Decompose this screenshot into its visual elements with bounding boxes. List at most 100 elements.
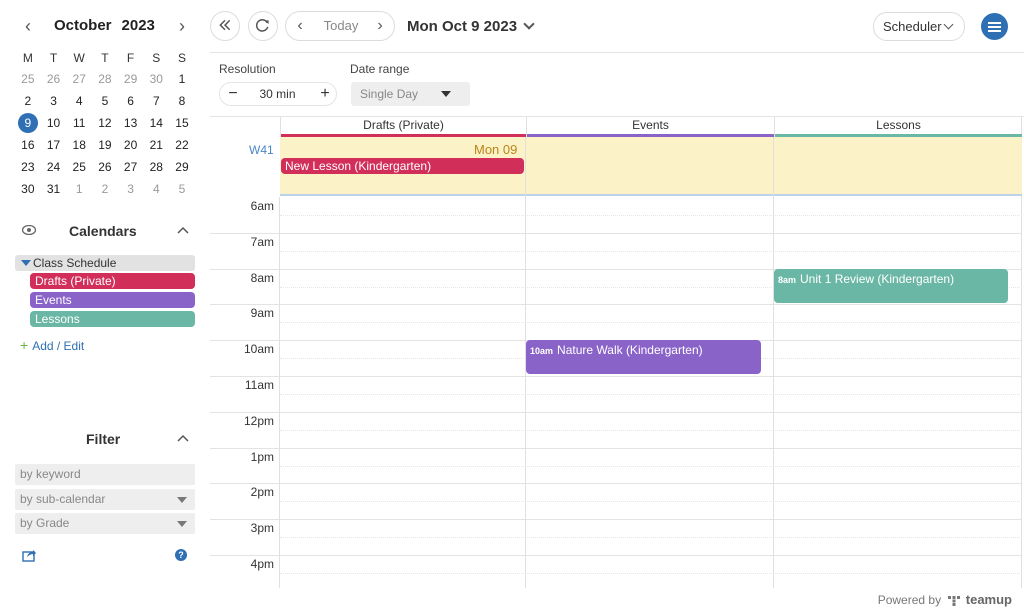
mini-calendar-day[interactable]: 18: [66, 134, 92, 156]
mini-calendar-day[interactable]: 29: [118, 68, 144, 90]
mini-calendar-day[interactable]: 15: [169, 112, 195, 134]
keyword-filter-input[interactable]: by keyword: [15, 464, 195, 485]
increase-resolution-button[interactable]: +: [314, 83, 336, 105]
column-header-label: Lessons: [876, 118, 921, 132]
event-title: Unit 1 Review (Kindergarten): [800, 272, 955, 286]
hour-line: [210, 376, 1022, 377]
next-month-button[interactable]: ›: [172, 16, 192, 36]
mini-calendar-day[interactable]: 23: [15, 156, 41, 178]
view-selector-label: Scheduler: [883, 19, 942, 34]
mini-calendar-day[interactable]: 27: [118, 156, 144, 178]
prev-month-button[interactable]: ‹: [18, 16, 38, 36]
mini-calendar-day[interactable]: 29: [169, 156, 195, 178]
prev-day-button[interactable]: ‹: [286, 12, 314, 40]
mini-calendar-day[interactable]: 12: [92, 112, 118, 134]
allday-event-new-lesson[interactable]: New Lesson (Kindergarten): [281, 158, 524, 174]
week-number[interactable]: W41: [249, 143, 274, 157]
day-number: 4: [75, 94, 83, 108]
current-date-title[interactable]: Mon Oct 9 2023: [407, 18, 535, 35]
day-number: 29: [123, 72, 138, 86]
hour-line: [210, 232, 1022, 234]
mini-calendar-day[interactable]: 24: [41, 156, 67, 178]
day-label[interactable]: Mon 09: [474, 142, 517, 157]
subcalendar-filter-select[interactable]: by sub-calendar: [15, 489, 195, 510]
mini-calendar-day[interactable]: 14: [143, 112, 169, 134]
day-number: 27: [72, 72, 86, 86]
date-range-select[interactable]: Single Day: [351, 82, 470, 106]
half-hour-line: [280, 501, 1022, 503]
collapse-sidebar-button[interactable]: [210, 11, 240, 41]
resolution-stepper: − 30 min +: [219, 82, 337, 106]
mini-calendar-day[interactable]: 20: [118, 134, 144, 156]
calendar-item-drafts[interactable]: Drafts (Private): [30, 273, 195, 289]
mini-calendar-day[interactable]: 28: [143, 156, 169, 178]
mini-calendar-day[interactable]: 4: [143, 178, 169, 200]
mini-calendar-day[interactable]: 2: [15, 90, 41, 112]
chevron-up-icon[interactable]: [176, 223, 190, 237]
share-icon[interactable]: [22, 548, 36, 562]
mini-calendar-day[interactable]: 27: [66, 68, 92, 90]
chevron-up-icon[interactable]: [176, 431, 190, 445]
hour-line: [210, 304, 1022, 306]
mini-calendar-day[interactable]: 11: [66, 112, 92, 134]
help-icon[interactable]: ?: [175, 549, 187, 561]
hour-line: [210, 447, 1022, 449]
sidebar: ‹ October 2023 › MTWTFSS 25 26 27 28 29 30 1 2 3 4…: [0, 0, 210, 609]
half-hour-line: [280, 322, 1022, 324]
calendar-item-events[interactable]: Events: [30, 292, 195, 308]
next-day-button[interactable]: ›: [366, 12, 394, 40]
add-edit-calendars-link[interactable]: + Add / Edit: [20, 337, 84, 353]
calendar-group-class-schedule[interactable]: Class Schedule: [15, 255, 195, 271]
mini-calendar-day[interactable]: 9: [15, 112, 41, 134]
time-label: 3pm: [250, 521, 274, 536]
mini-calendar-day[interactable]: 31: [41, 178, 67, 200]
powered-by-footer[interactable]: Powered by teamup: [878, 592, 1012, 607]
main-menu-button[interactable]: [981, 13, 1008, 40]
mini-calendar-day[interactable]: 30: [15, 178, 41, 200]
mini-calendar-day[interactable]: 28: [92, 68, 118, 90]
hour-line: [210, 519, 1022, 521]
mini-calendar-title: October 2023: [54, 17, 165, 34]
day-number: 27: [123, 160, 138, 174]
mini-calendar-day[interactable]: 3: [41, 90, 67, 112]
mini-calendar-day[interactable]: 2: [92, 178, 118, 200]
decrease-resolution-button[interactable]: −: [222, 83, 244, 105]
mini-calendar-day[interactable]: 3: [118, 178, 144, 200]
mini-calendar-day[interactable]: 26: [92, 156, 118, 178]
view-selector[interactable]: Scheduler: [873, 12, 965, 41]
mini-calendar-day[interactable]: 17: [41, 134, 67, 156]
date-range-value: Single Day: [360, 87, 419, 101]
mini-calendar-day[interactable]: 10: [41, 112, 67, 134]
calendar-item-lessons[interactable]: Lessons: [30, 311, 195, 327]
event-nature-walk[interactable]: 10am Nature Walk (Kindergarten): [526, 340, 761, 374]
mini-calendar-day[interactable]: 1: [169, 68, 195, 90]
mini-calendar-day[interactable]: 25: [66, 156, 92, 178]
mini-calendar-day[interactable]: 30: [143, 68, 169, 90]
mini-calendar-day[interactable]: 19: [92, 134, 118, 156]
mini-calendar-day[interactable]: 16: [15, 134, 41, 156]
mini-calendar-day[interactable]: 1: [66, 178, 92, 200]
mini-calendar-day[interactable]: 5: [169, 178, 195, 200]
refresh-button[interactable]: [248, 11, 278, 41]
today-button[interactable]: Today: [314, 12, 368, 40]
event-title: Nature Walk (Kindergarten): [557, 343, 703, 357]
mini-calendar-day[interactable]: 7: [143, 90, 169, 112]
mini-calendar-day[interactable]: 5: [92, 90, 118, 112]
mini-calendar-day[interactable]: 6: [118, 90, 144, 112]
eye-icon[interactable]: [22, 225, 36, 235]
event-unit-review[interactable]: 8am Unit 1 Review (Kindergarten): [774, 269, 1008, 303]
grade-filter-select[interactable]: by Grade: [15, 513, 195, 534]
mini-calendar-day[interactable]: 8: [169, 90, 195, 112]
day-number: 23: [21, 160, 35, 174]
caret-down-icon: [21, 260, 31, 266]
mini-calendar-day[interactable]: 25: [15, 68, 41, 90]
mini-calendar-day[interactable]: 13: [118, 112, 144, 134]
mini-calendar-day[interactable]: 21: [143, 134, 169, 156]
mini-calendar-day[interactable]: 22: [169, 134, 195, 156]
mini-calendar-day[interactable]: 4: [66, 90, 92, 112]
calendar-group-label: Class Schedule: [33, 256, 117, 270]
time-label: 1pm: [250, 449, 274, 464]
day-number: 8: [178, 94, 186, 108]
mini-calendar-day[interactable]: 26: [41, 68, 67, 90]
view-options-bar: Resolution − 30 min + Date range Single …: [210, 54, 1024, 117]
